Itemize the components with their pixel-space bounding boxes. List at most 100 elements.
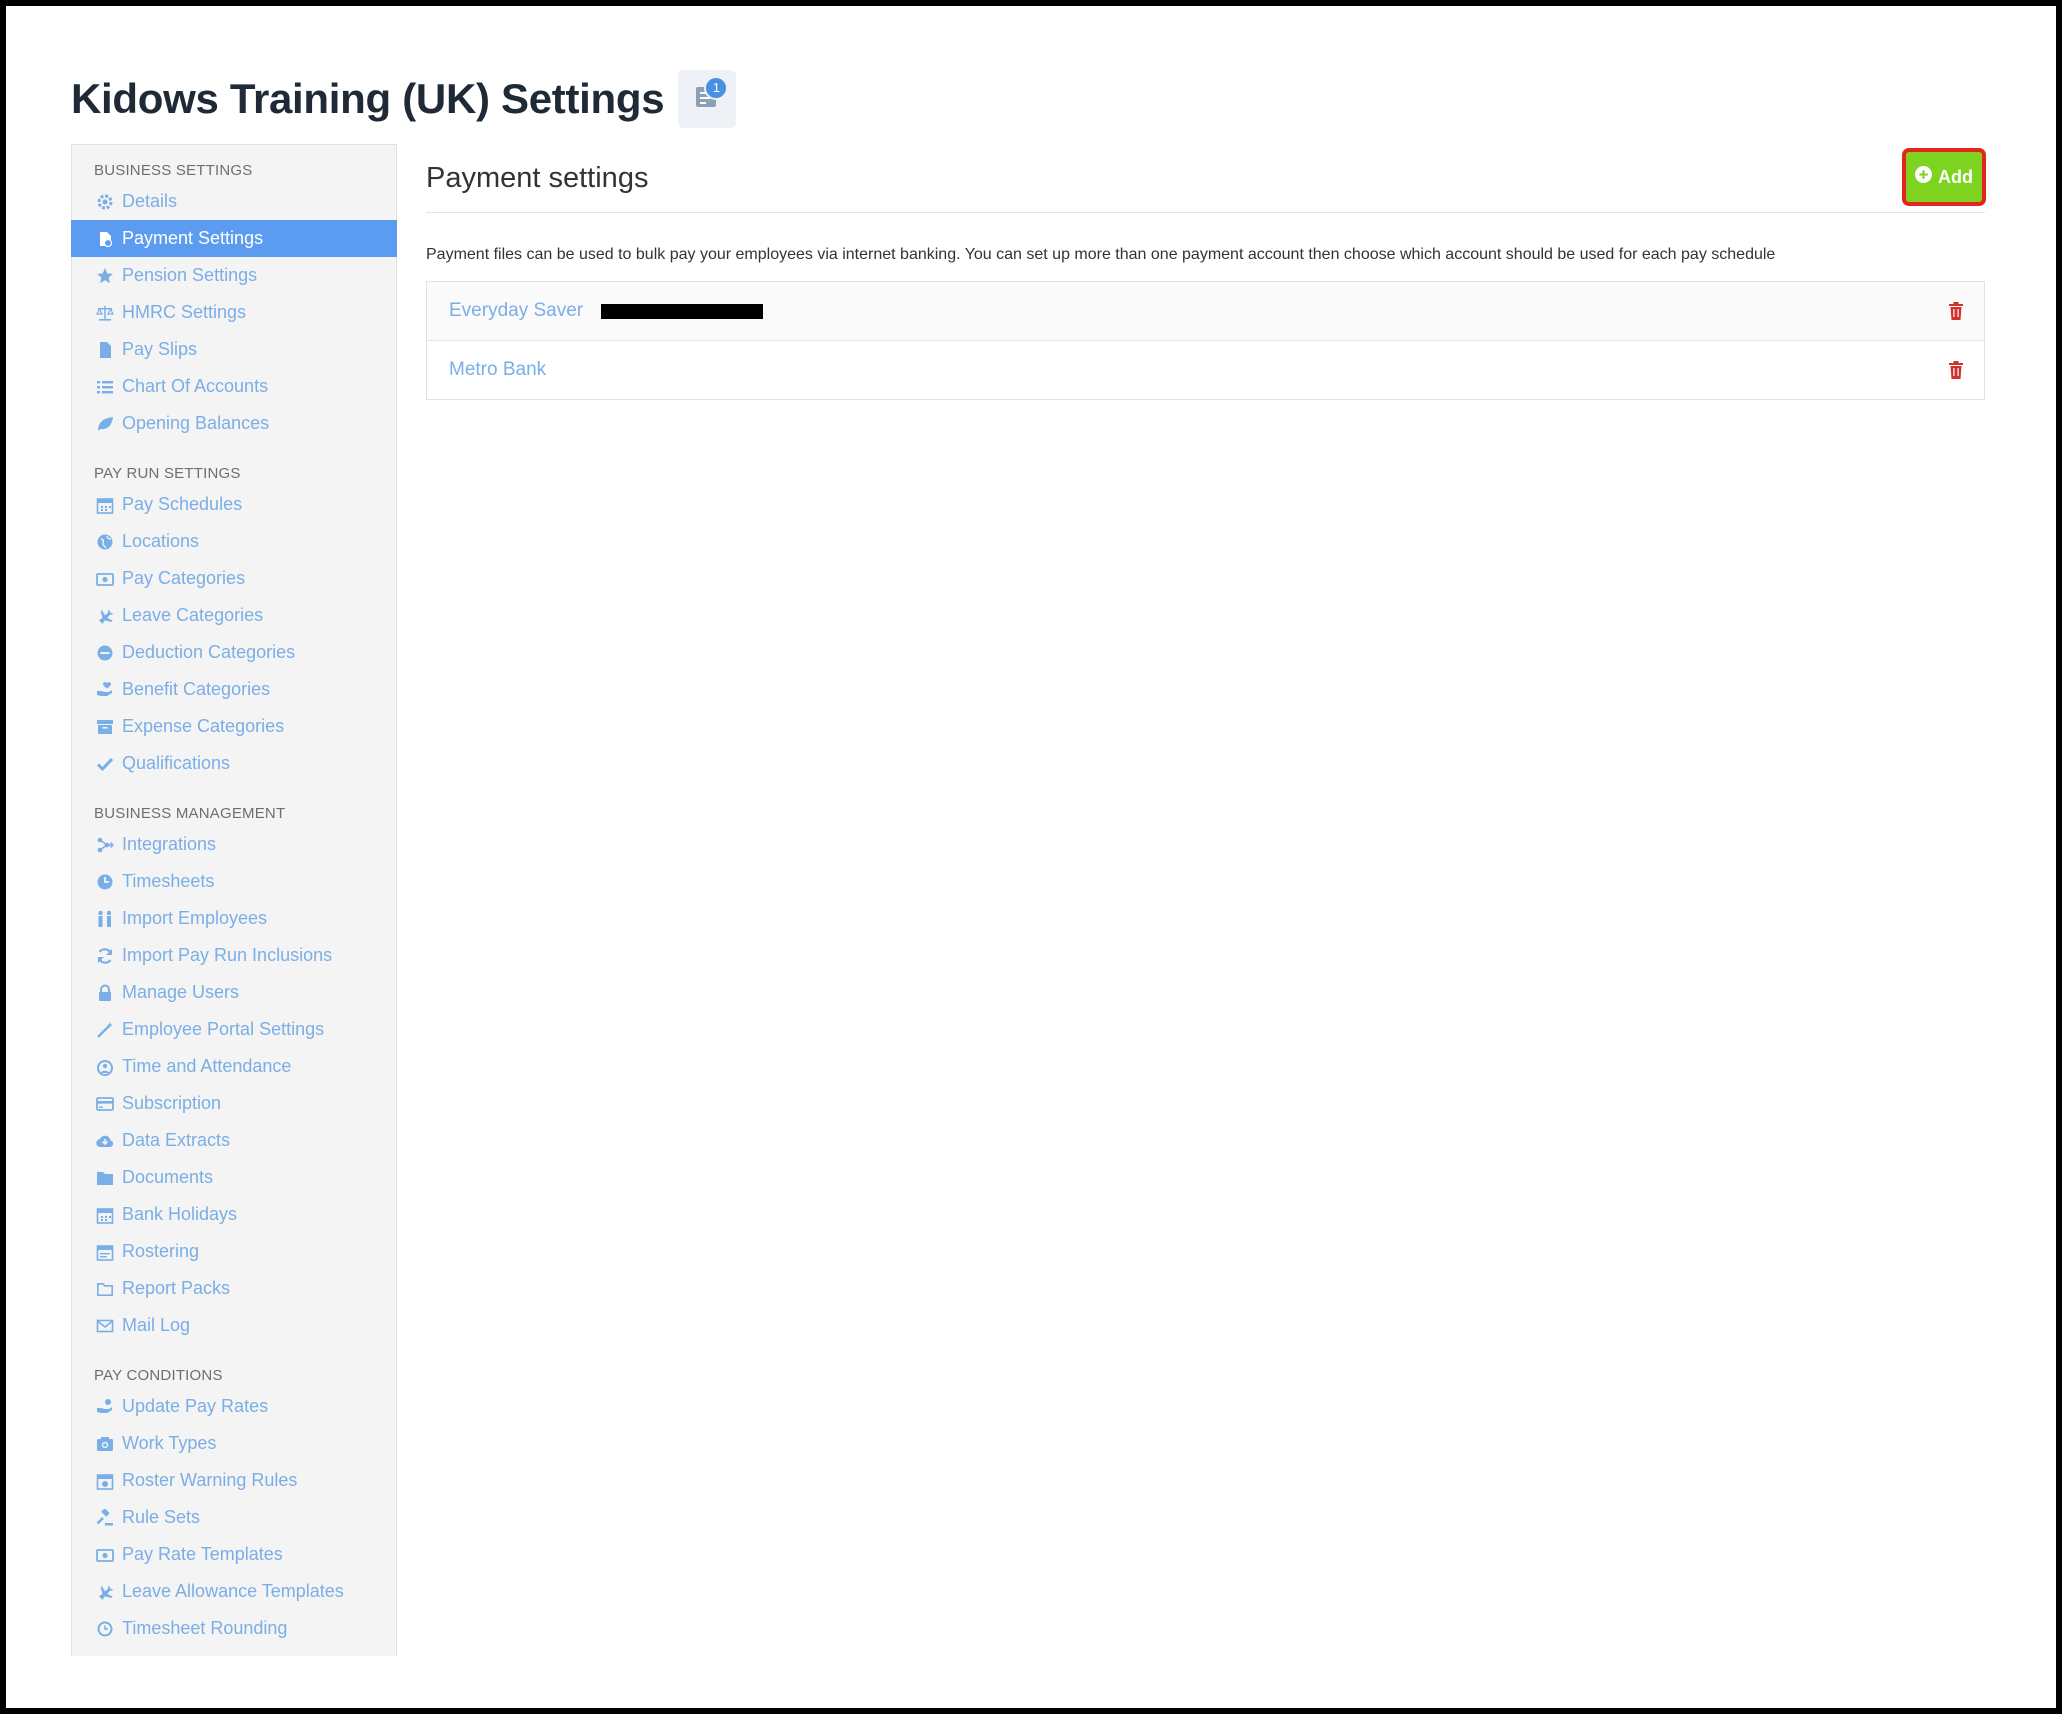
sidebar-item-data-extracts[interactable]: Data Extracts: [72, 1122, 396, 1159]
sidebar-item-bank-holidays[interactable]: Bank Holidays: [72, 1196, 396, 1233]
roster-calendar-icon: [94, 1242, 116, 1262]
sidebar-item-leave-categories[interactable]: Leave Categories: [72, 597, 396, 634]
integration-icon: [94, 835, 116, 855]
sidebar-item-benefit-categories[interactable]: Benefit Categories: [72, 671, 396, 708]
sidebar-item-label: Timesheet Rounding: [122, 1618, 288, 1638]
sidebar-section-title: BUSINESS MANAGEMENT: [94, 805, 286, 822]
main-content: Payment settings Add Payment files can b…: [426, 144, 1986, 400]
main-header: Payment settings Add: [426, 144, 1986, 213]
user-clock-icon: [94, 1057, 116, 1077]
sidebar-item-label: Integrations: [122, 834, 217, 854]
money-icon: [94, 569, 116, 589]
plane-icon: [94, 606, 116, 626]
sidebar-item-payment-settings[interactable]: Payment Settings: [71, 220, 397, 257]
lock-icon: [94, 983, 116, 1003]
sidebar-item-deduction-categories[interactable]: Deduction Categories: [72, 634, 396, 671]
add-label: Add: [1938, 166, 1973, 187]
sidebar-item-subscription[interactable]: Subscription: [72, 1085, 396, 1122]
sidebar-item-mail-log[interactable]: Mail Log: [72, 1307, 396, 1344]
sidebar-item-label: Roster Warning Rules: [122, 1470, 298, 1490]
sidebar-section-title: PAY CONDITIONS: [94, 1367, 223, 1384]
sidebar-item-label: Chart Of Accounts: [122, 376, 269, 396]
sidebar-item-label: Deduction Categories: [122, 642, 296, 662]
plane-icon: [94, 1582, 116, 1602]
money-icon: [94, 1545, 116, 1565]
calendar-icon: [94, 1205, 116, 1225]
sidebar-item-integrations[interactable]: Integrations: [72, 826, 396, 863]
sidebar-item-label: Work Types: [122, 1433, 217, 1453]
notification-badge: 1: [704, 76, 729, 100]
payment-account-link[interactable]: Metro Bank: [449, 359, 546, 380]
camera-icon: [94, 1434, 116, 1454]
sidebar-item-label: Details: [122, 191, 178, 211]
sidebar-item-pay-slips[interactable]: Pay Slips: [72, 331, 396, 368]
sidebar-item-pay-categories[interactable]: Pay Categories: [72, 560, 396, 597]
scales-icon: [94, 303, 116, 323]
sidebar-item-label: Leave Categories: [122, 605, 264, 625]
payment-description: Payment files can be used to bulk pay yo…: [426, 246, 1776, 263]
calendar-warning-icon: [94, 1471, 116, 1491]
sidebar-item-label: Pay Rate Templates: [122, 1544, 283, 1564]
folder-icon: [94, 1168, 116, 1188]
users-icon: [94, 909, 116, 929]
sidebar-item-employee-portal-settings[interactable]: Employee Portal Settings: [72, 1011, 396, 1048]
sidebar-item-update-pay-rates[interactable]: Update Pay Rates: [72, 1388, 396, 1425]
trash-icon[interactable]: [1946, 300, 1966, 322]
sidebar-item-pension-settings[interactable]: Pension Settings: [72, 257, 396, 294]
sidebar-item-rostering[interactable]: Rostering: [72, 1233, 396, 1270]
sidebar-item-roster-warning-rules[interactable]: Roster Warning Rules: [72, 1462, 396, 1499]
payment-account-link[interactable]: Everyday Saver: [449, 300, 583, 321]
notes-button[interactable]: 1: [678, 70, 737, 128]
sidebar-item-label: Update Pay Rates: [122, 1396, 269, 1416]
sidebar-item-work-types[interactable]: Work Types: [72, 1425, 396, 1462]
clock-outline-icon: [94, 1619, 116, 1639]
plus-circle-icon: [1915, 166, 1932, 188]
settings-sidebar: BUSINESS SETTINGS Details Payment Settings…: [71, 144, 397, 1656]
sidebar-item-pay-schedules[interactable]: Pay Schedules: [72, 486, 396, 523]
sidebar-item-label: HMRC Settings: [122, 302, 247, 322]
sidebar-item-leave-allowance-templates[interactable]: Leave Allowance Templates: [72, 1573, 396, 1610]
section-title: Payment settings: [426, 161, 649, 194]
sidebar-item-opening-balances[interactable]: Opening Balances: [72, 405, 396, 442]
trash-icon[interactable]: [1946, 359, 1966, 381]
sidebar-item-label: Locations: [122, 531, 200, 551]
sidebar-section-gap: [72, 1344, 396, 1364]
leaf-icon: [94, 414, 116, 434]
sidebar-item-import-pay-run-inclusions[interactable]: Import Pay Run Inclusions: [72, 937, 396, 974]
payment-account-info: Everyday Saver: [449, 300, 764, 322]
sidebar-item-import-employees[interactable]: Import Employees: [72, 900, 396, 937]
sidebar-item-label: Pension Settings: [122, 265, 258, 285]
archive-icon: [94, 717, 116, 737]
sidebar-item-manage-users[interactable]: Manage Users: [72, 974, 396, 1011]
payment-account-info: Metro Bank: [449, 359, 546, 381]
sidebar-item-locations[interactable]: Locations: [72, 523, 396, 560]
list-icon: [94, 377, 116, 397]
sidebar-section-gap: [72, 782, 396, 802]
sidebar-section-title: BUSINESS SETTINGS: [94, 162, 253, 179]
sidebar-item-label: Expense Categories: [122, 716, 285, 736]
credit-card-icon: [94, 1094, 116, 1114]
sidebar-item-pay-rate-templates[interactable]: Pay Rate Templates: [72, 1536, 396, 1573]
sidebar-item-qualifications[interactable]: Qualifications: [72, 745, 396, 782]
sidebar-item-report-packs[interactable]: Report Packs: [72, 1270, 396, 1307]
sidebar-section-title: PAY RUN SETTINGS: [94, 465, 241, 482]
refresh-icon: [94, 946, 116, 966]
sidebar-item-documents[interactable]: Documents: [72, 1159, 396, 1196]
sidebar-item-label: Rule Sets: [122, 1507, 201, 1527]
sidebar-item-label: Time and Attendance: [122, 1056, 292, 1076]
sidebar-item-label: Subscription: [122, 1093, 222, 1113]
sidebar-item-rule-sets[interactable]: Rule Sets: [72, 1499, 396, 1536]
sidebar-item-timesheet-rounding[interactable]: Timesheet Rounding: [72, 1610, 396, 1647]
sidebar-item-time-and-attendance[interactable]: Time and Attendance: [72, 1048, 396, 1085]
folder-outline-icon: [94, 1279, 116, 1299]
sidebar-item-timesheets[interactable]: Timesheets: [72, 863, 396, 900]
sidebar-item-label: Documents: [122, 1167, 214, 1187]
sidebar-item-hmrc-settings[interactable]: HMRC Settings: [72, 294, 396, 331]
sidebar-item-details[interactable]: Details: [72, 183, 396, 220]
sidebar-item-label: Leave Allowance Templates: [122, 1581, 344, 1601]
sidebar-item-expense-categories[interactable]: Expense Categories: [72, 708, 396, 745]
add-button[interactable]: Add: [1902, 148, 1986, 206]
payment-account-row: Everyday Saver: [427, 282, 1984, 341]
page-title: Kidows Training (UK) Settings: [71, 75, 665, 122]
sidebar-item-chart-of-accounts[interactable]: Chart Of Accounts: [72, 368, 396, 405]
